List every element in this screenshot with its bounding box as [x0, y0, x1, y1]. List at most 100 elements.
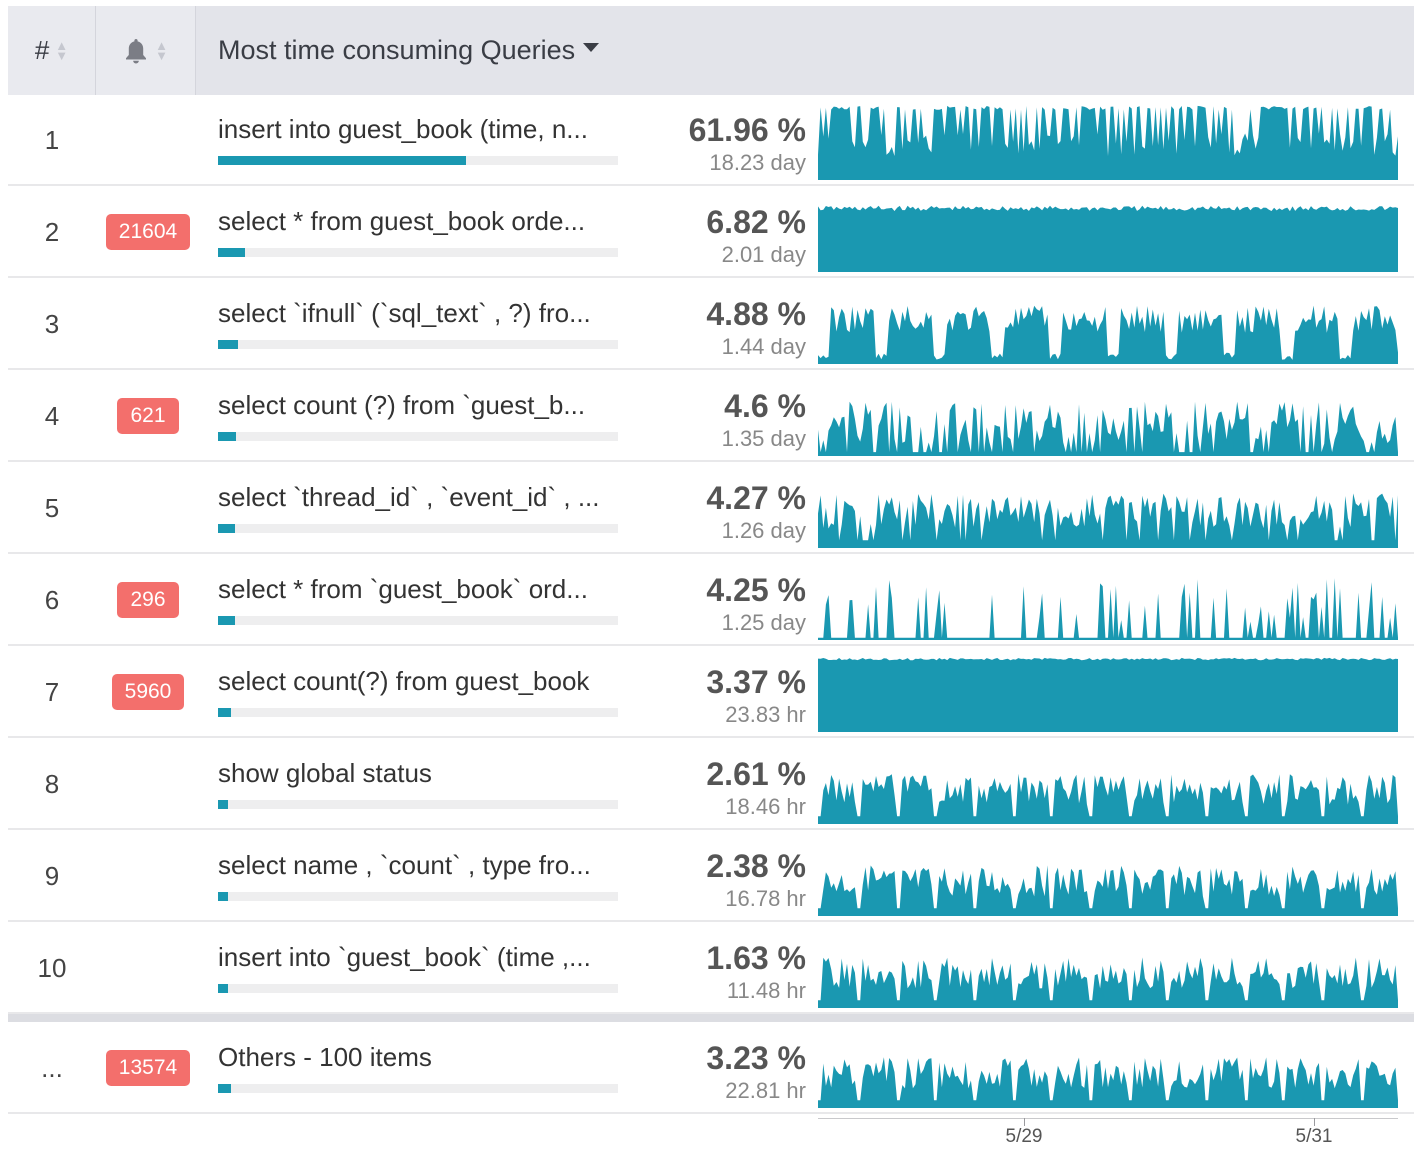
- row-rank: 5: [44, 492, 60, 523]
- alerts-column-header[interactable]: ▲ ▼: [96, 6, 196, 95]
- share-bar-track: [218, 616, 618, 625]
- alert-count-badge[interactable]: 21604: [105, 214, 191, 250]
- query-text[interactable]: select * from guest_book orde...: [218, 206, 620, 237]
- table-row[interactable]: 2 21604 select * from guest_book orde... 6.…: [8, 186, 1414, 278]
- sparkline: [818, 1057, 1398, 1108]
- time-percent: 4.6 %: [724, 388, 806, 424]
- alert-count-badge[interactable]: 621: [117, 398, 179, 434]
- time-duration: 18.46 hr: [725, 794, 806, 819]
- share-bar-track: [218, 800, 618, 809]
- time-duration: 22.81 hr: [725, 1078, 806, 1103]
- rank-column-header[interactable]: # ▲ ▼: [8, 6, 96, 95]
- table-row[interactable]: 4 621 select count (?) from `guest_b... 4.6…: [8, 370, 1414, 462]
- time-percent: 4.88 %: [706, 296, 806, 332]
- query-text[interactable]: insert into guest_book (time, n...: [218, 114, 620, 145]
- page-title: Most time consuming Queries: [218, 35, 576, 65]
- others-row[interactable]: ... 13574 Others - 100 items 3.23 % 22.8…: [8, 1022, 1414, 1114]
- time-duration: 16.78 hr: [725, 886, 806, 911]
- sparkline-area: [818, 773, 1398, 824]
- time-percent: 61.96 %: [688, 112, 806, 148]
- query-text[interactable]: insert into `guest_book` (time ,...: [218, 942, 620, 973]
- table-row[interactable]: 9 select name , `count` , type fro... 2.38…: [8, 830, 1414, 922]
- query-text[interactable]: show global status: [218, 758, 620, 789]
- time-percent: 2.61 %: [706, 756, 806, 792]
- row-rank: 3: [44, 308, 60, 339]
- time-duration: 23.83 hr: [725, 702, 806, 727]
- table-row[interactable]: 10 insert into `guest_book` (time ,... 1.6…: [8, 922, 1414, 1014]
- others-separator: [8, 1014, 1414, 1022]
- badge-cell: [96, 738, 200, 830]
- share-bar-fill: [218, 708, 231, 717]
- query-text[interactable]: select count(?) from guest_book: [218, 666, 620, 697]
- share-bar-fill: [218, 892, 228, 901]
- time-percent: 4.25 %: [706, 572, 806, 608]
- sparkline-area: [818, 205, 1398, 272]
- badge-cell: [96, 278, 200, 370]
- sparkline-area: [818, 657, 1398, 732]
- share-bar-fill: [218, 248, 245, 257]
- badge-cell: 21604: [96, 186, 200, 278]
- sparkline-area: [818, 1057, 1398, 1108]
- table-row[interactable]: 1 insert into guest_book (time, n... 61.96…: [8, 94, 1414, 186]
- time-duration: 1.25 day: [721, 610, 806, 635]
- sort-icon[interactable]: ▲ ▼: [155, 39, 168, 62]
- row-rank: 9: [44, 860, 60, 891]
- row-rank: 4: [44, 400, 60, 431]
- share-bar-track: [218, 984, 618, 993]
- alert-count-badge[interactable]: 13574: [105, 1050, 191, 1086]
- time-duration: 1.35 day: [721, 426, 806, 451]
- time-percent: 3.23 %: [706, 1040, 806, 1076]
- alert-count-badge[interactable]: 296: [117, 582, 179, 618]
- query-text[interactable]: select * from `guest_book` ord...: [218, 574, 620, 605]
- row-rank: 7: [44, 676, 60, 707]
- time-percent: 4.27 %: [706, 480, 806, 516]
- share-bar-fill: [218, 616, 235, 625]
- share-bar-track: [218, 892, 618, 901]
- badge-cell: [96, 94, 200, 186]
- sparkline: [818, 578, 1398, 640]
- table-row[interactable]: 5 select `thread_id` , `event_id` , ... 4.…: [8, 462, 1414, 554]
- badge-cell: 5960: [96, 646, 200, 738]
- sort-icon[interactable]: ▲ ▼: [55, 39, 68, 62]
- table-header: # ▲ ▼ ▲ ▼ Most time consuming Queries: [8, 6, 1414, 95]
- query-text[interactable]: select count (?) from `guest_b...: [218, 390, 620, 421]
- sparkline-area: [818, 957, 1398, 1008]
- share-bar-fill: [218, 156, 466, 165]
- table-row[interactable]: 8 show global status 2.61 % 18.46 hr: [8, 738, 1414, 830]
- axis-tick-label: 5/29: [1005, 1126, 1043, 1147]
- sparkline-area: [818, 401, 1398, 456]
- sparkline: [818, 493, 1398, 548]
- badge-cell: [96, 462, 200, 554]
- share-bar-track: [218, 1084, 618, 1093]
- sparkline: [818, 957, 1398, 1008]
- share-bar-fill: [218, 1084, 231, 1093]
- time-duration: 2.01 day: [721, 242, 806, 267]
- axis-tick: [1024, 1118, 1025, 1126]
- badge-cell: 296: [96, 554, 200, 646]
- sparkline-area: [818, 105, 1398, 180]
- column-title-dropdown[interactable]: Most time consuming Queries: [218, 6, 600, 95]
- query-text[interactable]: select `ifnull` (`sql_text` , ?) fro...: [218, 298, 620, 329]
- time-percent: 2.38 %: [706, 848, 806, 884]
- sparkline-area: [818, 865, 1398, 916]
- table-row[interactable]: 7 5960 select count(?) from guest_book 3.37…: [8, 646, 1414, 738]
- badge-cell: [96, 830, 200, 922]
- row-rank: 1: [44, 124, 60, 155]
- query-text[interactable]: Others - 100 items: [218, 1042, 620, 1073]
- alert-count-badge[interactable]: 5960: [111, 674, 185, 710]
- row-rank: 10: [37, 952, 67, 983]
- table-row[interactable]: 3 select `ifnull` (`sql_text` , ?) fro...…: [8, 278, 1414, 370]
- badge-cell: 13574: [96, 1022, 200, 1114]
- share-bar-fill: [218, 984, 228, 993]
- sparkline-area: [818, 578, 1398, 640]
- badge-cell: [96, 922, 200, 1014]
- table-row[interactable]: 6 296 select * from `guest_book` ord... 4.2…: [8, 554, 1414, 646]
- query-text[interactable]: select `thread_id` , `event_id` , ...: [218, 482, 620, 513]
- share-bar-track: [218, 156, 618, 165]
- row-rank: 2: [44, 216, 60, 247]
- share-bar-track: [218, 524, 618, 533]
- rank-header-label: #: [34, 35, 50, 65]
- query-text[interactable]: select name , `count` , type fro...: [218, 850, 620, 881]
- row-rank: ...: [41, 1052, 63, 1083]
- sparkline: [818, 401, 1398, 456]
